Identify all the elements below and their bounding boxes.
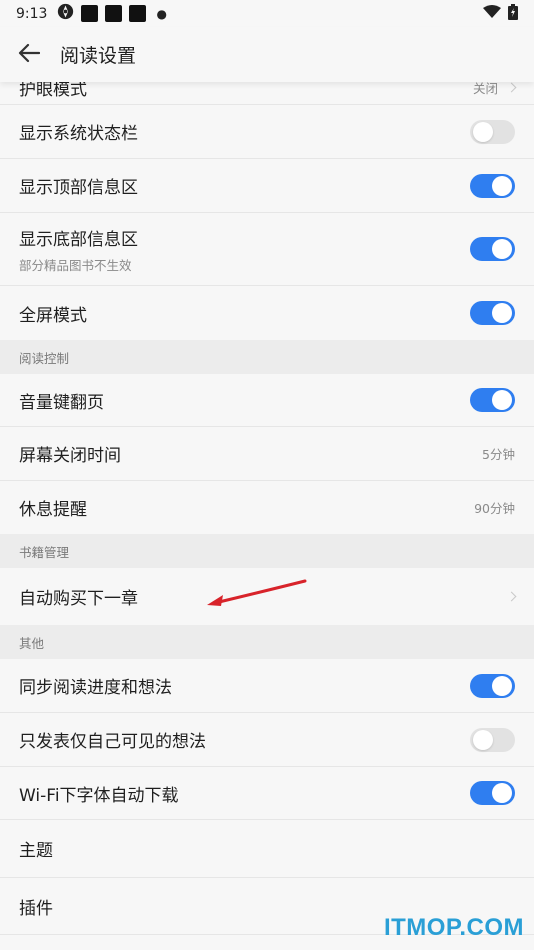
row-label: 音量键翻页 xyxy=(19,392,104,413)
chevron-right-icon xyxy=(506,82,517,92)
row-label: 全屏模式 xyxy=(19,305,87,326)
show-system-status-bar-row: 显示系统状态栏 xyxy=(0,105,534,159)
row-value: 90分钟 xyxy=(474,501,515,516)
app-notification-icon xyxy=(57,3,74,24)
row-label: 自动购买下一章 xyxy=(19,589,138,609)
row-label: 同步阅读进度和想法 xyxy=(19,678,172,698)
row-label: 主题 xyxy=(19,841,53,861)
notification-square-icon xyxy=(105,5,123,22)
row-label: 显示顶部信息区 xyxy=(19,178,138,198)
show-bottom-info-toggle[interactable] xyxy=(470,237,515,261)
notification-square-icon xyxy=(81,5,99,22)
battery-icon xyxy=(508,3,518,24)
more-notifications-icon: ● xyxy=(156,6,167,21)
annotation-arrow-icon xyxy=(207,579,307,606)
wifi-font-download-row: Wi-Fi下字体自动下载 xyxy=(0,767,534,820)
show-top-info-row: 显示顶部信息区 xyxy=(0,159,534,213)
show-top-info-toggle[interactable] xyxy=(470,173,515,198)
section-header-other: 其他 xyxy=(0,625,534,659)
row-label: 显示系统状态栏 xyxy=(19,124,138,144)
watermark-logo: ITMOP.COM xyxy=(383,914,524,941)
chevron-right-icon xyxy=(506,591,517,602)
screen-off-time-row[interactable]: 屏幕关闭时间 5分钟 xyxy=(0,427,534,481)
sync-progress-row: 同步阅读进度和想法 xyxy=(0,659,534,713)
show-system-status-bar-toggle[interactable] xyxy=(470,119,515,144)
row-sublabel: 部分精品图书不生效 xyxy=(19,257,132,273)
status-bar: 9:13 ● xyxy=(0,0,534,27)
private-thoughts-row: 只发表仅自己可见的想法 xyxy=(0,713,534,767)
wifi-font-download-toggle[interactable] xyxy=(470,781,515,805)
row-label: 显示底部信息区 xyxy=(19,229,138,250)
fullscreen-toggle[interactable] xyxy=(470,301,515,325)
wifi-icon xyxy=(483,4,501,23)
notification-square-icon xyxy=(129,5,147,22)
page-title: 阅读设置 xyxy=(60,45,137,67)
row-value: 5分钟 xyxy=(482,447,515,462)
back-arrow-icon[interactable] xyxy=(18,43,41,67)
row-label: 只发表仅自己可见的想法 xyxy=(19,732,206,752)
volume-key-page-turn-toggle[interactable] xyxy=(470,388,515,412)
row-label: Wi-Fi下字体自动下载 xyxy=(19,785,179,806)
row-label: 插件 xyxy=(19,898,53,919)
fullscreen-row: 全屏模式 xyxy=(0,286,534,340)
sync-progress-toggle[interactable] xyxy=(470,673,515,698)
private-thoughts-toggle[interactable] xyxy=(470,727,515,752)
row-label: 屏幕关闭时间 xyxy=(19,446,121,466)
section-header-book-management: 书籍管理 xyxy=(0,534,534,568)
rest-reminder-row[interactable]: 休息提醒 90分钟 xyxy=(0,481,534,534)
settings-list: 护眼模式 关闭 显示系统状态栏 显示顶部信息区 显示底部信息区 部分精品图书不生… xyxy=(0,70,534,935)
app-bar: 阅读设置 xyxy=(0,27,534,82)
row-label: 休息提醒 xyxy=(19,500,87,520)
status-time: 9:13 xyxy=(16,5,48,22)
theme-row[interactable]: 主题 xyxy=(0,820,534,878)
section-header-reading-control: 阅读控制 xyxy=(0,340,534,374)
show-bottom-info-row: 显示底部信息区 部分精品图书不生效 xyxy=(0,213,534,286)
volume-key-page-turn-row: 音量键翻页 xyxy=(0,374,534,427)
